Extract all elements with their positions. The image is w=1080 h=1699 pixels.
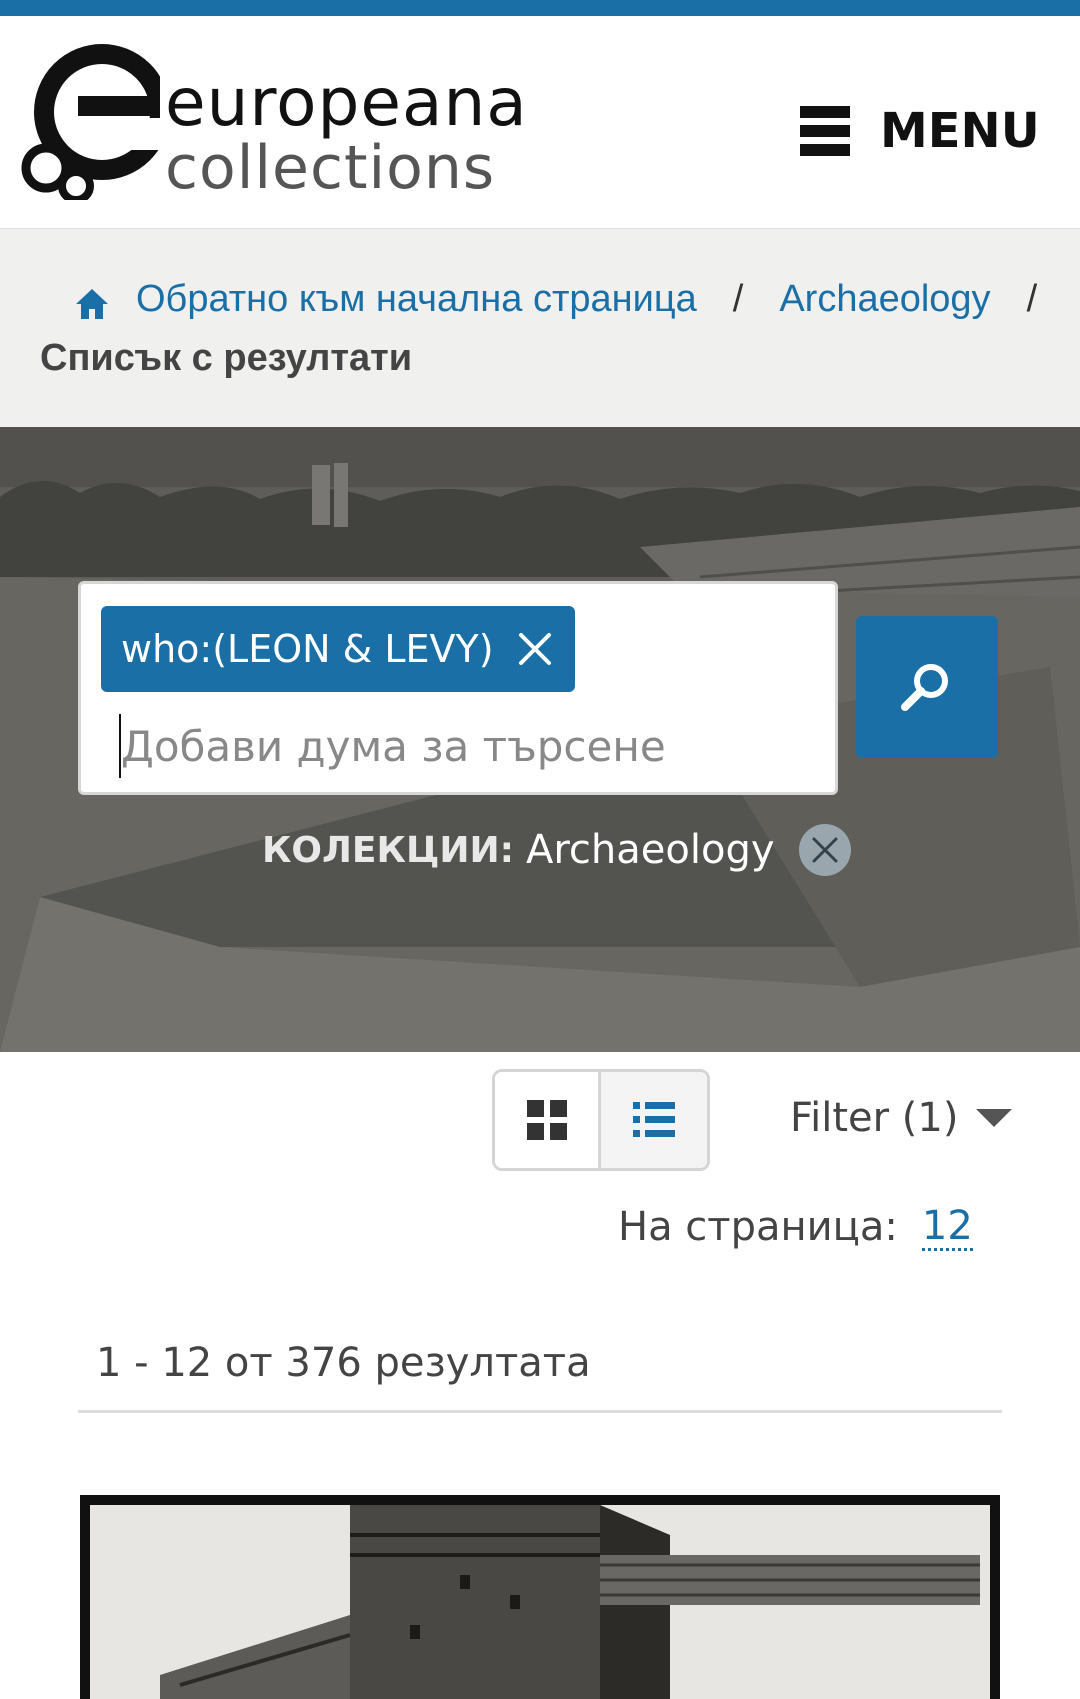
breadcrumb-collection-link[interactable]: Archaeology — [779, 278, 990, 321]
remove-collection-filter-button[interactable] — [798, 824, 851, 876]
grid-view-button[interactable] — [495, 1072, 601, 1168]
per-page-label: На страница: — [618, 1204, 898, 1250]
hamburger-icon — [800, 106, 850, 156]
site-header: europeana collections MENU — [0, 16, 1080, 229]
filter-label: Filter (1) — [790, 1095, 959, 1141]
collection-filter: КОЛЕКЦИИ: Archaeology — [262, 815, 851, 885]
top-accent-strip — [0, 0, 1080, 16]
breadcrumb-current-page: Списък с резултати — [40, 337, 413, 379]
breadcrumb-home-link[interactable]: Обратно към начална страница — [136, 278, 697, 321]
per-page-selector: На страница: 12 — [618, 1192, 973, 1262]
breadcrumb-separator: / — [1026, 277, 1038, 320]
results-count: 1 - 12 от 376 резултата — [96, 1340, 591, 1386]
result-item-thumbnail[interactable] — [80, 1495, 1000, 1699]
per-page-value[interactable]: 12 — [921, 1204, 973, 1251]
query-chip[interactable]: who:(LEON & LEVY) — [101, 606, 575, 692]
query-chip-label: who:(LEON & LEVY) — [121, 627, 494, 671]
home-icon[interactable] — [74, 286, 110, 322]
europeana-logo-mark-icon — [21, 44, 160, 200]
filter-toggle[interactable]: Filter (1) — [790, 1088, 1013, 1148]
results-divider — [78, 1410, 1002, 1413]
list-view-button[interactable] — [601, 1072, 707, 1168]
search-hero: who:(LEON & LEVY) КОЛЕКЦИИ: Archaeology — [0, 427, 1080, 1052]
close-icon[interactable] — [517, 631, 553, 667]
chevron-down-icon — [976, 1109, 1013, 1127]
menu-label: MENU — [880, 103, 1040, 159]
grid-icon — [526, 1100, 567, 1140]
search-input[interactable] — [119, 714, 809, 778]
logo-subtitle: collections — [165, 133, 496, 203]
search-icon — [901, 664, 948, 711]
collection-filter-value: Archaeology — [526, 827, 775, 873]
logo-wordmark: europeana — [165, 64, 528, 141]
result-thumbnail-image — [80, 1495, 1000, 1699]
list-icon — [633, 1102, 675, 1137]
search-button[interactable] — [856, 616, 998, 758]
breadcrumb-separator: / — [732, 277, 744, 320]
breadcrumb-trail: Обратно към начална страница / Archaeolo… — [74, 269, 1037, 329]
europeana-logo[interactable]: europeana collections — [20, 40, 540, 220]
close-icon — [812, 837, 838, 863]
breadcrumb: Обратно към начална страница / Archaeolo… — [0, 229, 1080, 427]
menu-button[interactable]: MENU — [800, 96, 1040, 166]
view-toggle — [492, 1069, 710, 1171]
search-box[interactable]: who:(LEON & LEVY) — [78, 581, 838, 795]
collection-filter-label: КОЛЕКЦИИ: — [262, 829, 514, 871]
